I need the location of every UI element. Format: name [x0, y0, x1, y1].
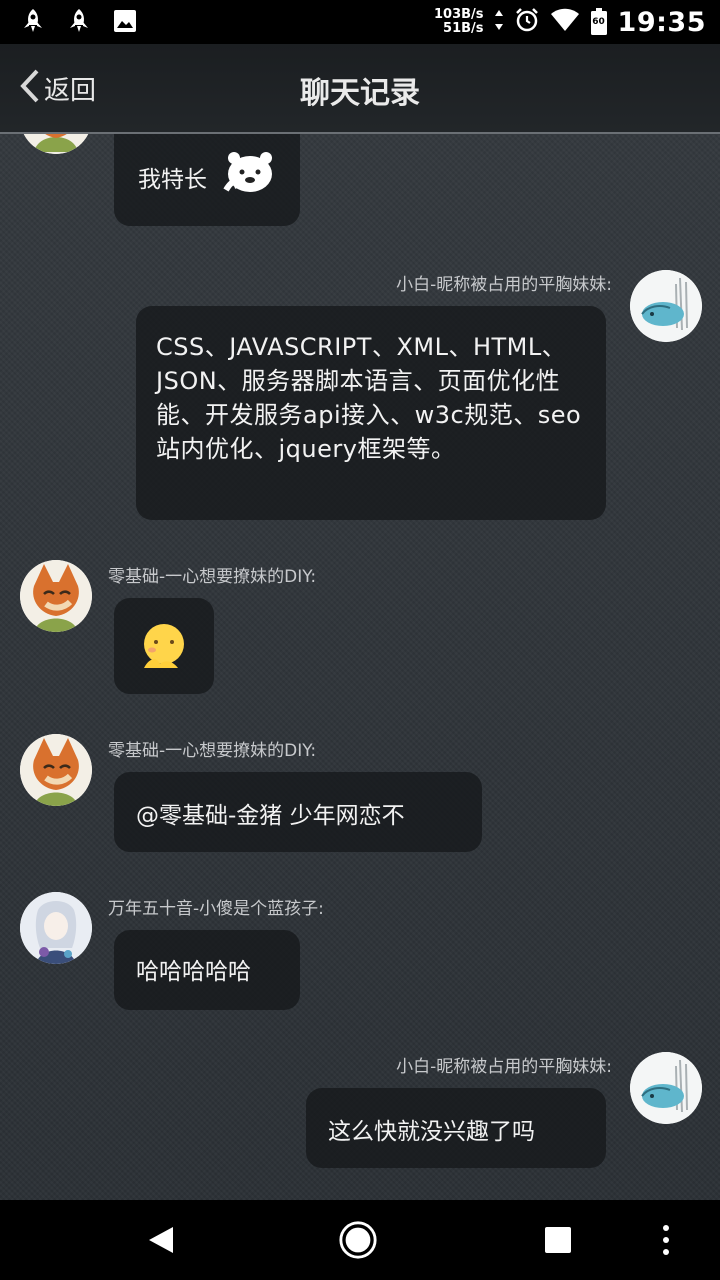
sender-name: 小白-昵称被占用的平胸妹妹: [396, 275, 612, 295]
message-text: @零基础-金猪 少年网恋不 [136, 803, 405, 829]
navigation-bar [0, 1200, 720, 1280]
message-bubble[interactable]: 这么快就没兴趣了吗 [306, 1088, 606, 1168]
sender-name: 零基础-一心想要撩妹的DIY: [108, 567, 317, 587]
alarm-icon [514, 7, 540, 37]
bear-sticker-icon [222, 150, 274, 202]
message-bubble[interactable]: @零基础-金猪 少年网恋不 [114, 772, 482, 852]
wifi-icon [550, 8, 580, 36]
home-button[interactable] [338, 1220, 378, 1260]
rocket-icon [66, 8, 92, 34]
avatar[interactable] [630, 1052, 702, 1124]
avatar[interactable] [630, 270, 702, 342]
more-options-icon[interactable] [646, 1220, 686, 1260]
thinking-emoji-icon [138, 620, 190, 678]
message-bubble[interactable]: 我特长 [114, 134, 300, 226]
transfer-arrows-icon [494, 9, 504, 35]
message-bubble[interactable]: CSS、JAVASCRIPT、XML、HTML、JSON、服务器脚本语言、页面优… [136, 306, 606, 520]
system-status: 103B/s 51B/s 60 19:35 [434, 4, 706, 40]
avatar[interactable] [20, 892, 92, 964]
speed-down: 51B/s [443, 21, 484, 36]
message-text: CSS、JAVASCRIPT、XML、HTML、JSON、服务器脚本语言、页面优… [156, 333, 582, 463]
avatar[interactable] [20, 734, 92, 806]
back-nav-button[interactable] [140, 1220, 180, 1260]
message-bubble[interactable]: 哈哈哈哈哈 [114, 930, 300, 1010]
avatar[interactable] [20, 560, 92, 632]
clock: 19:35 [617, 6, 706, 38]
title-bar: 返回 聊天记录 [0, 44, 720, 134]
sender-name: 零基础-一心想要撩妹的DIY: [108, 741, 317, 761]
battery-icon: 60 [590, 8, 608, 36]
sender-name: 万年五十音-小傻是个蓝孩子: [108, 899, 324, 919]
message-text: 哈哈哈哈哈 [136, 959, 251, 985]
recents-button[interactable] [538, 1220, 578, 1260]
message-text: 这么快就没兴趣了吗 [328, 1119, 535, 1145]
sender-name: 小白-昵称被占用的平胸妹妹: [396, 1057, 612, 1077]
speed-up: 103B/s [434, 7, 484, 22]
message-text: 我特长 [138, 167, 207, 193]
avatar[interactable] [20, 134, 92, 154]
notification-icons [20, 8, 138, 34]
network-speed: 103B/s 51B/s [434, 8, 484, 36]
status-bar: 103B/s 51B/s 60 19:35 [0, 0, 720, 44]
battery-level: 60 [592, 17, 605, 27]
image-icon [112, 8, 138, 34]
rocket-icon [20, 8, 46, 34]
chat-history[interactable]: 我特长 小白-昵称被占用的平胸妹妹: CSS、JAVASCRIPT、XML、HT… [0, 134, 720, 1200]
page-title: 聊天记录 [300, 76, 420, 111]
message-bubble[interactable] [114, 598, 214, 694]
